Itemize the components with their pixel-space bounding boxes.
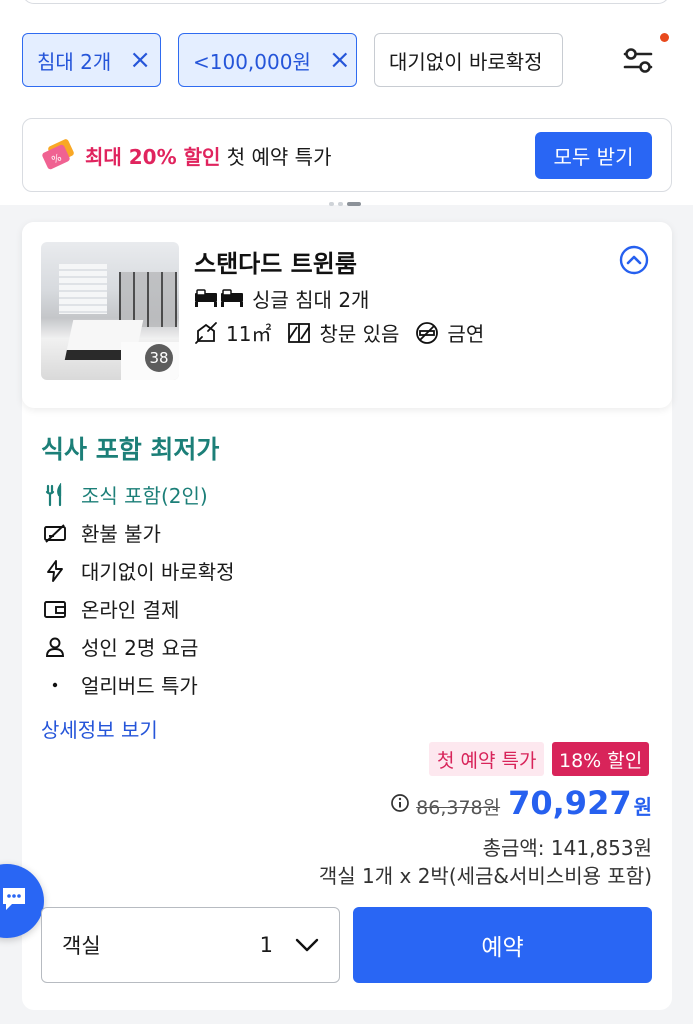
price-row: 86,378원 70,927 원: [390, 784, 652, 822]
bullet-icon: [41, 671, 69, 699]
no-refund-icon: [41, 519, 69, 547]
banner-pager: [329, 202, 361, 206]
wallet-icon: [41, 595, 69, 623]
feature-label: 대기없이 바로확정: [81, 560, 235, 584]
feature-payment: 온라인 결제: [41, 594, 179, 623]
room-title: 스탠다드 트윈룸: [194, 250, 357, 278]
coupon-desc: 첫 예약 특가: [220, 145, 332, 169]
coupon-highlight: 최대 20% 할인: [85, 145, 221, 169]
feature-label: 성인 2명 요금: [81, 636, 199, 660]
currency-unit: 원: [633, 795, 652, 819]
pager-dot: [329, 202, 334, 206]
discount-tag: 18% 할인: [552, 742, 650, 776]
room-quantity-select[interactable]: 객실 1: [41, 907, 340, 983]
pager-dot-active: [347, 202, 361, 206]
pager-dot: [338, 202, 343, 206]
utensils-icon: [41, 481, 69, 509]
filter-chip-label: <100,000원: [193, 49, 311, 74]
smoking-info: 금연: [415, 318, 484, 347]
feature-label: 환불 불가: [81, 522, 161, 546]
close-icon[interactable]: ×: [129, 47, 151, 73]
chevron-up-icon[interactable]: [619, 245, 649, 275]
filter-chip-label: 침대 2개: [37, 49, 112, 74]
quantity-value: 1: [259, 933, 273, 957]
view-details-link[interactable]: 상세정보 보기: [41, 714, 158, 743]
book-button[interactable]: 예약: [353, 907, 652, 983]
window-blind: [59, 264, 107, 314]
feature-earlybird: 얼리버드 특가: [41, 670, 198, 699]
lightning-icon: [41, 557, 69, 585]
price-breakdown: 객실 1개 x 2박(세금&서비스비용 포함): [318, 864, 652, 888]
first-booking-tag: 첫 예약 특가: [429, 742, 545, 776]
room-size: 11㎡: [194, 318, 271, 347]
feature-label: 조식 포함(2인): [81, 484, 208, 508]
search-bar[interactable]: [22, 0, 670, 4]
feature-breakfast: 조식 포함(2인): [41, 480, 208, 509]
notification-dot: [660, 33, 669, 42]
feature-instant: 대기없이 바로확정: [41, 556, 235, 585]
room-photo[interactable]: 38: [41, 242, 179, 380]
feature-label: 온라인 결제: [81, 598, 180, 622]
photo-count-badge: 38: [145, 344, 173, 372]
filter-chip-beds[interactable]: 침대 2개 ×: [22, 33, 161, 87]
person-icon: [41, 633, 69, 661]
original-price: 86,378원: [416, 797, 501, 819]
get-all-coupons-button[interactable]: 모두 받기: [535, 132, 652, 179]
total-price: 총금액: 141,853원: [482, 836, 652, 860]
filter-chip-instant[interactable]: 대기없이 바로확정: [374, 33, 563, 87]
chat-icon: [3, 888, 25, 910]
smoking-label: 금연: [447, 322, 485, 346]
no-smoking-icon: [416, 321, 439, 344]
bed-label: 싱글 침대 2개: [252, 288, 370, 312]
info-icon[interactable]: [390, 793, 410, 813]
rate-plan-title: 식사 포함 최저가: [41, 435, 220, 464]
filter-chip-label: 대기없이 바로확정: [389, 49, 543, 74]
room-size-label: 11㎡: [226, 322, 272, 346]
filter-chip-price[interactable]: <100,000원 ×: [178, 33, 357, 87]
final-price: 70,927: [508, 784, 632, 822]
filter-settings-button[interactable]: [614, 38, 662, 82]
window-label: 창문 있음: [319, 322, 400, 346]
twin-bed-icon: [195, 288, 243, 307]
window-info: 창문 있음: [287, 318, 399, 347]
bed-info: 싱글 침대 2개: [194, 284, 369, 313]
window-icon: [288, 322, 311, 343]
chevron-down-icon: [295, 938, 319, 952]
amenities: 11㎡ 창문 있음 금연: [194, 318, 500, 347]
room-size-icon: [195, 321, 217, 344]
wall-panel: [119, 272, 177, 327]
coupon-icon: %: [42, 139, 74, 170]
coupon-text: 최대 20% 할인 첫 예약 특가: [85, 141, 331, 170]
feature-refund: 환불 불가: [41, 518, 161, 547]
quantity-label: 객실: [62, 934, 101, 958]
feature-guests: 성인 2명 요금: [41, 632, 198, 661]
sliders-icon: [623, 48, 653, 73]
close-icon[interactable]: ×: [329, 47, 351, 73]
feature-label: 얼리버드 특가: [81, 674, 198, 698]
